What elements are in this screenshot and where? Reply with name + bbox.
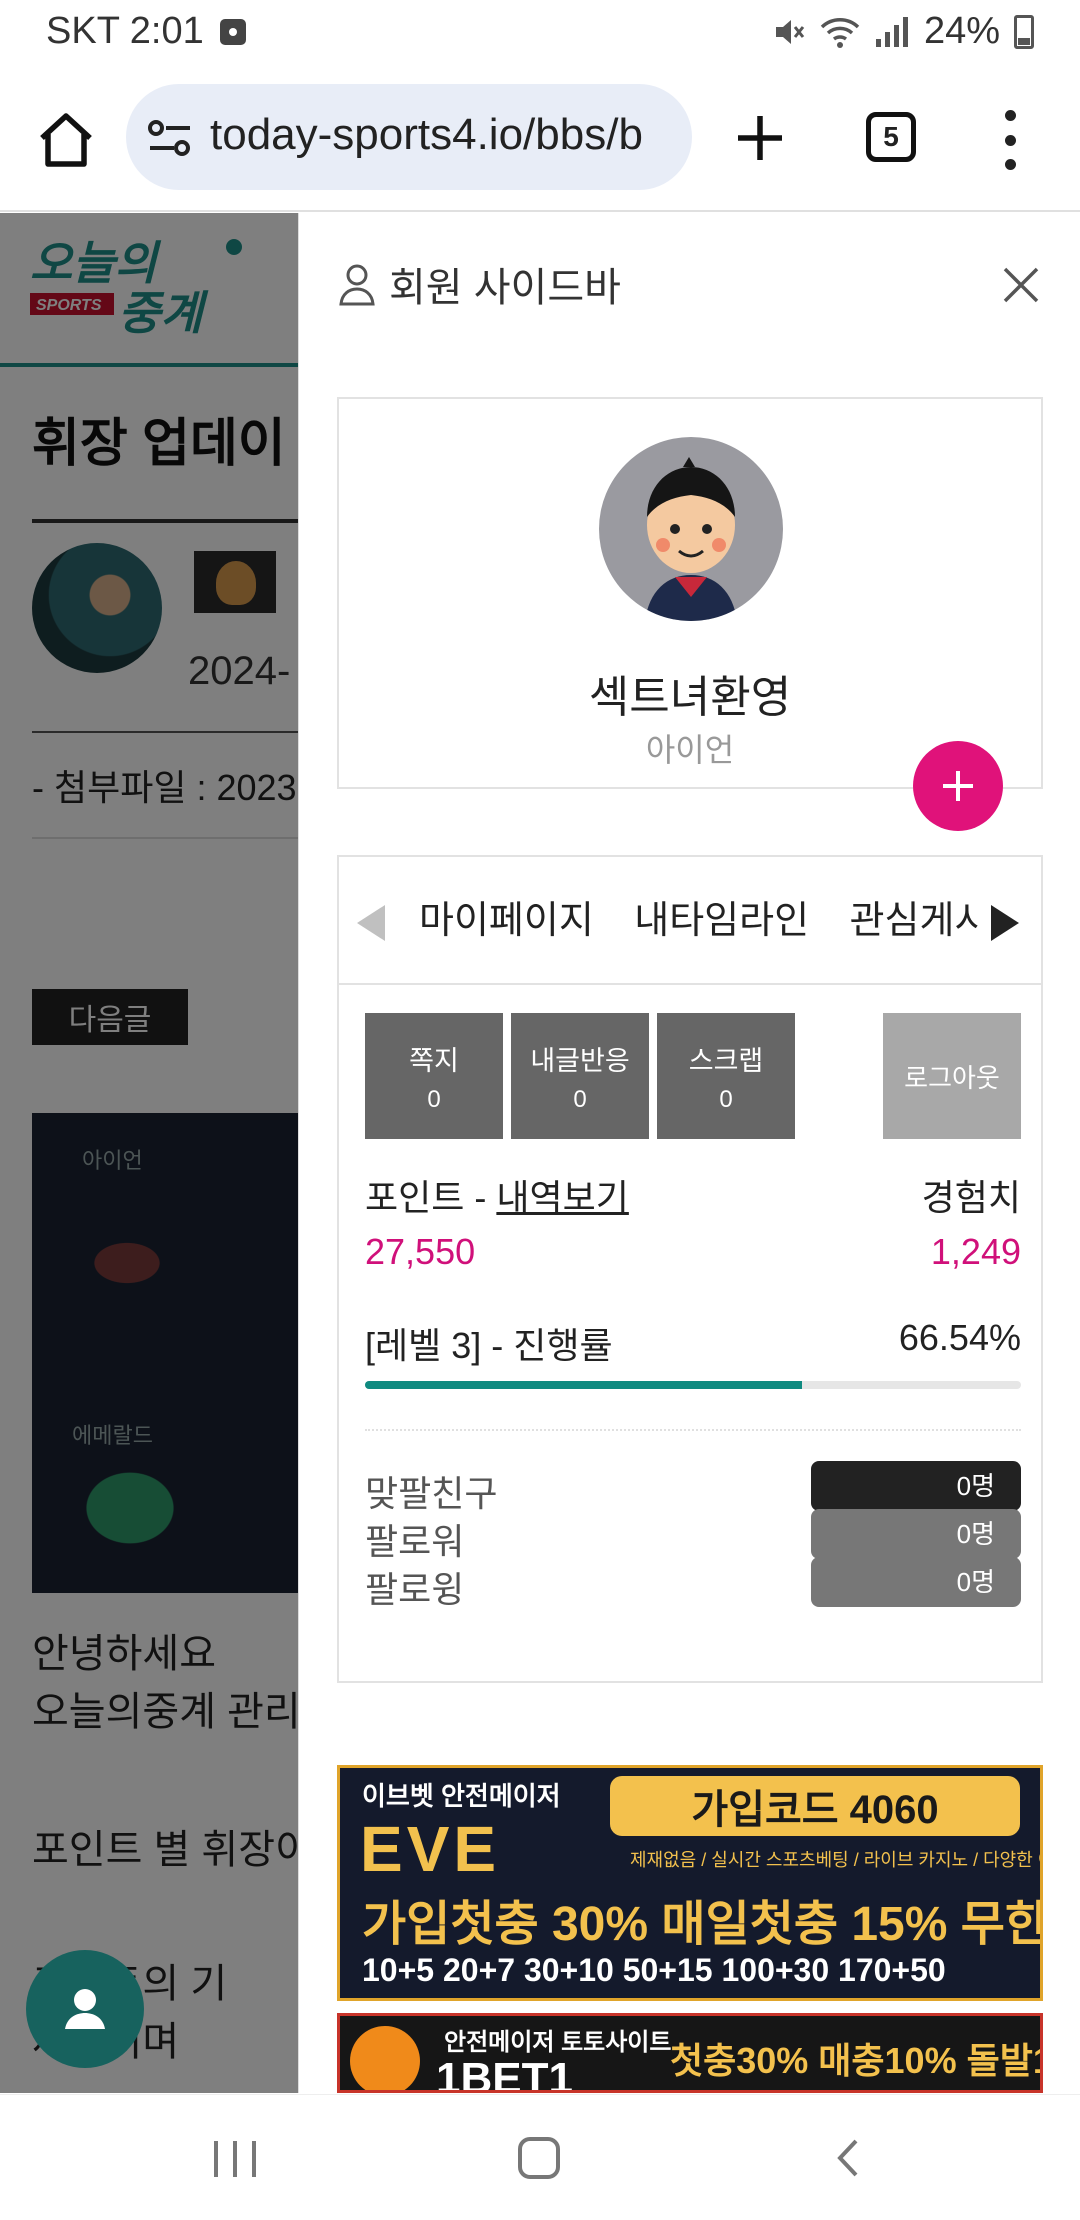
- banner1-top-text: 이브벳 안전메이저: [362, 1781, 561, 1811]
- following-count: 0명: [811, 1557, 1021, 1607]
- tab-timeline[interactable]: 내타임라인: [634, 857, 809, 985]
- person-outline-icon: [339, 264, 375, 306]
- notification-app-icon: [219, 18, 246, 45]
- member-menu-card: 마이페이지 내타임라인 관심게시 쪽지 0 내글반응 0 스크랩 0 로그아웃: [337, 855, 1043, 1683]
- member-tabs: 마이페이지 내타임라인 관심게시: [339, 857, 1041, 985]
- banner2-promo: 첫충30% 매충10% 돌발15%: [670, 2040, 1040, 2081]
- level-progress-bar: [365, 1381, 1021, 1389]
- user-icon: [65, 1989, 105, 2029]
- logout-button[interactable]: 로그아웃: [883, 1013, 1021, 1139]
- scrap-button[interactable]: 스크랩 0: [657, 1013, 795, 1139]
- sidebar-title: 회원 사이드바: [389, 266, 621, 310]
- banner1-code: 가입코드 4060: [610, 1776, 1020, 1836]
- scrap-label: 스크랩: [688, 1045, 764, 1076]
- battery-icon: [1014, 14, 1034, 49]
- banner2-top-text: 안전메이저 토토사이트: [444, 2029, 672, 2056]
- reactions-button[interactable]: 내글반응 0: [511, 1013, 649, 1139]
- url-text: today-sports4.io/bbs/b: [210, 110, 643, 159]
- status-bar: SKT 2:01 24%: [0, 0, 1080, 68]
- memo-button[interactable]: 쪽지 0: [365, 1013, 503, 1139]
- relation-row-followers[interactable]: 팔로워 0명: [365, 1509, 1021, 1562]
- relation-row-following[interactable]: 팔로윙 0명: [365, 1557, 1021, 1610]
- banner1-steps: 10+5 20+7 30+10 50+15 100+30 170+50: [362, 1952, 946, 1988]
- user-menu-fab[interactable]: [26, 1950, 144, 2068]
- tab-favorites[interactable]: 관심게시: [850, 857, 979, 985]
- reactions-count: 0: [573, 1085, 587, 1113]
- action-buttons: 쪽지 0 내글반응 0 스크랩 0 로그아웃: [365, 1013, 1021, 1139]
- browser-toolbar: today-sports4.io/bbs/b 5: [0, 68, 1080, 212]
- sidebar-header: 회원 사이드바: [337, 255, 621, 313]
- tab-strip: 마이페이지 내타임라인 관심게시: [419, 857, 979, 985]
- banner2-logo-circle: [350, 2026, 420, 2090]
- level-text: [레벨 3] - 진행률: [365, 1325, 613, 1366]
- section-divider: [365, 1429, 1021, 1431]
- memo-count: 0: [427, 1085, 441, 1113]
- member-sidebar: 회원 사이드바 섹트녀환영 아이언 마이페이지 내타임라인 관심게시 쪽지 0 …: [298, 213, 1080, 2093]
- close-icon[interactable]: [1001, 265, 1041, 305]
- recent-apps-icon[interactable]: [214, 2141, 256, 2177]
- exp-value: 1,249: [930, 1231, 1021, 1272]
- status-right: 24%: [772, 10, 1034, 53]
- memo-label: 쪽지: [409, 1045, 459, 1076]
- avatar-illustration: [645, 457, 737, 621]
- ad-banner-eve[interactable]: 이브벳 안전메이저 EVE 가입코드 4060 제재없음 / 실시간 스포츠베팅…: [337, 1765, 1043, 2001]
- relation-row-mutual[interactable]: 맞팔친구 0명: [365, 1461, 1021, 1514]
- banner1-sub: 제재없음 / 실시간 스포츠베팅 / 라이브 카지노 / 다양한 이벤트: [630, 1850, 1043, 1870]
- home-button-icon[interactable]: [518, 2137, 560, 2179]
- site-settings-icon[interactable]: [148, 120, 192, 156]
- banner2-brand: 1BET1: [436, 2054, 573, 2093]
- battery-text: 24%: [923, 10, 1000, 52]
- add-button[interactable]: [913, 741, 1003, 831]
- profile-nickname: 섹트녀환영: [588, 673, 792, 722]
- profile-card: 섹트녀환영 아이언: [337, 397, 1043, 789]
- following-label: 팔로윙: [365, 1569, 465, 1610]
- points-history-link[interactable]: 내역보기: [496, 1177, 628, 1218]
- mutual-friends-count: 0명: [811, 1461, 1021, 1511]
- profile-avatar[interactable]: [599, 437, 783, 621]
- plus-icon: [943, 771, 973, 801]
- ad-banner-1bet1[interactable]: 안전메이저 토토사이트 1BET1 첫충30% 매충10% 돌발15%: [337, 2013, 1043, 2093]
- tab-mypage[interactable]: 마이페이지: [419, 857, 594, 985]
- level-percent: 66.54%: [898, 1317, 1021, 1358]
- signal-icon: [875, 16, 908, 47]
- tab-prev-arrow-icon[interactable]: [357, 905, 385, 941]
- overflow-menu-icon[interactable]: [1000, 110, 1020, 170]
- exp-label: 경험치: [921, 1177, 1021, 1218]
- system-nav-bar: [0, 2094, 1080, 2220]
- overlay-scrim[interactable]: [0, 213, 298, 2093]
- tab-switcher-button[interactable]: 5: [866, 112, 916, 162]
- tab-next-arrow-icon[interactable]: [991, 905, 1019, 941]
- level-progress-fill: [365, 1381, 802, 1389]
- points-label: 포인트: [365, 1177, 465, 1218]
- carrier-time: SKT 2:01: [46, 10, 204, 52]
- url-bar[interactable]: today-sports4.io/bbs/b: [126, 84, 692, 190]
- new-tab-icon[interactable]: [730, 108, 790, 168]
- status-left: SKT 2:01: [46, 10, 246, 53]
- reactions-label: 내글반응: [530, 1045, 630, 1076]
- scrap-count: 0: [719, 1085, 733, 1113]
- wifi-icon: [820, 17, 860, 48]
- points-value: 27,550: [365, 1231, 476, 1272]
- banner1-logo: EVE: [360, 1813, 501, 1885]
- home-icon[interactable]: [34, 108, 98, 172]
- back-icon[interactable]: [828, 2137, 870, 2179]
- mute-icon: [775, 19, 805, 44]
- points-label-group: 포인트 - 내역보기: [365, 1169, 629, 1221]
- banner1-promo: 가입첫충 30% 매일첫충 15% 무한매충 10%: [362, 1898, 1043, 1951]
- followers-count: 0명: [811, 1509, 1021, 1559]
- points-separator: -: [464, 1177, 497, 1218]
